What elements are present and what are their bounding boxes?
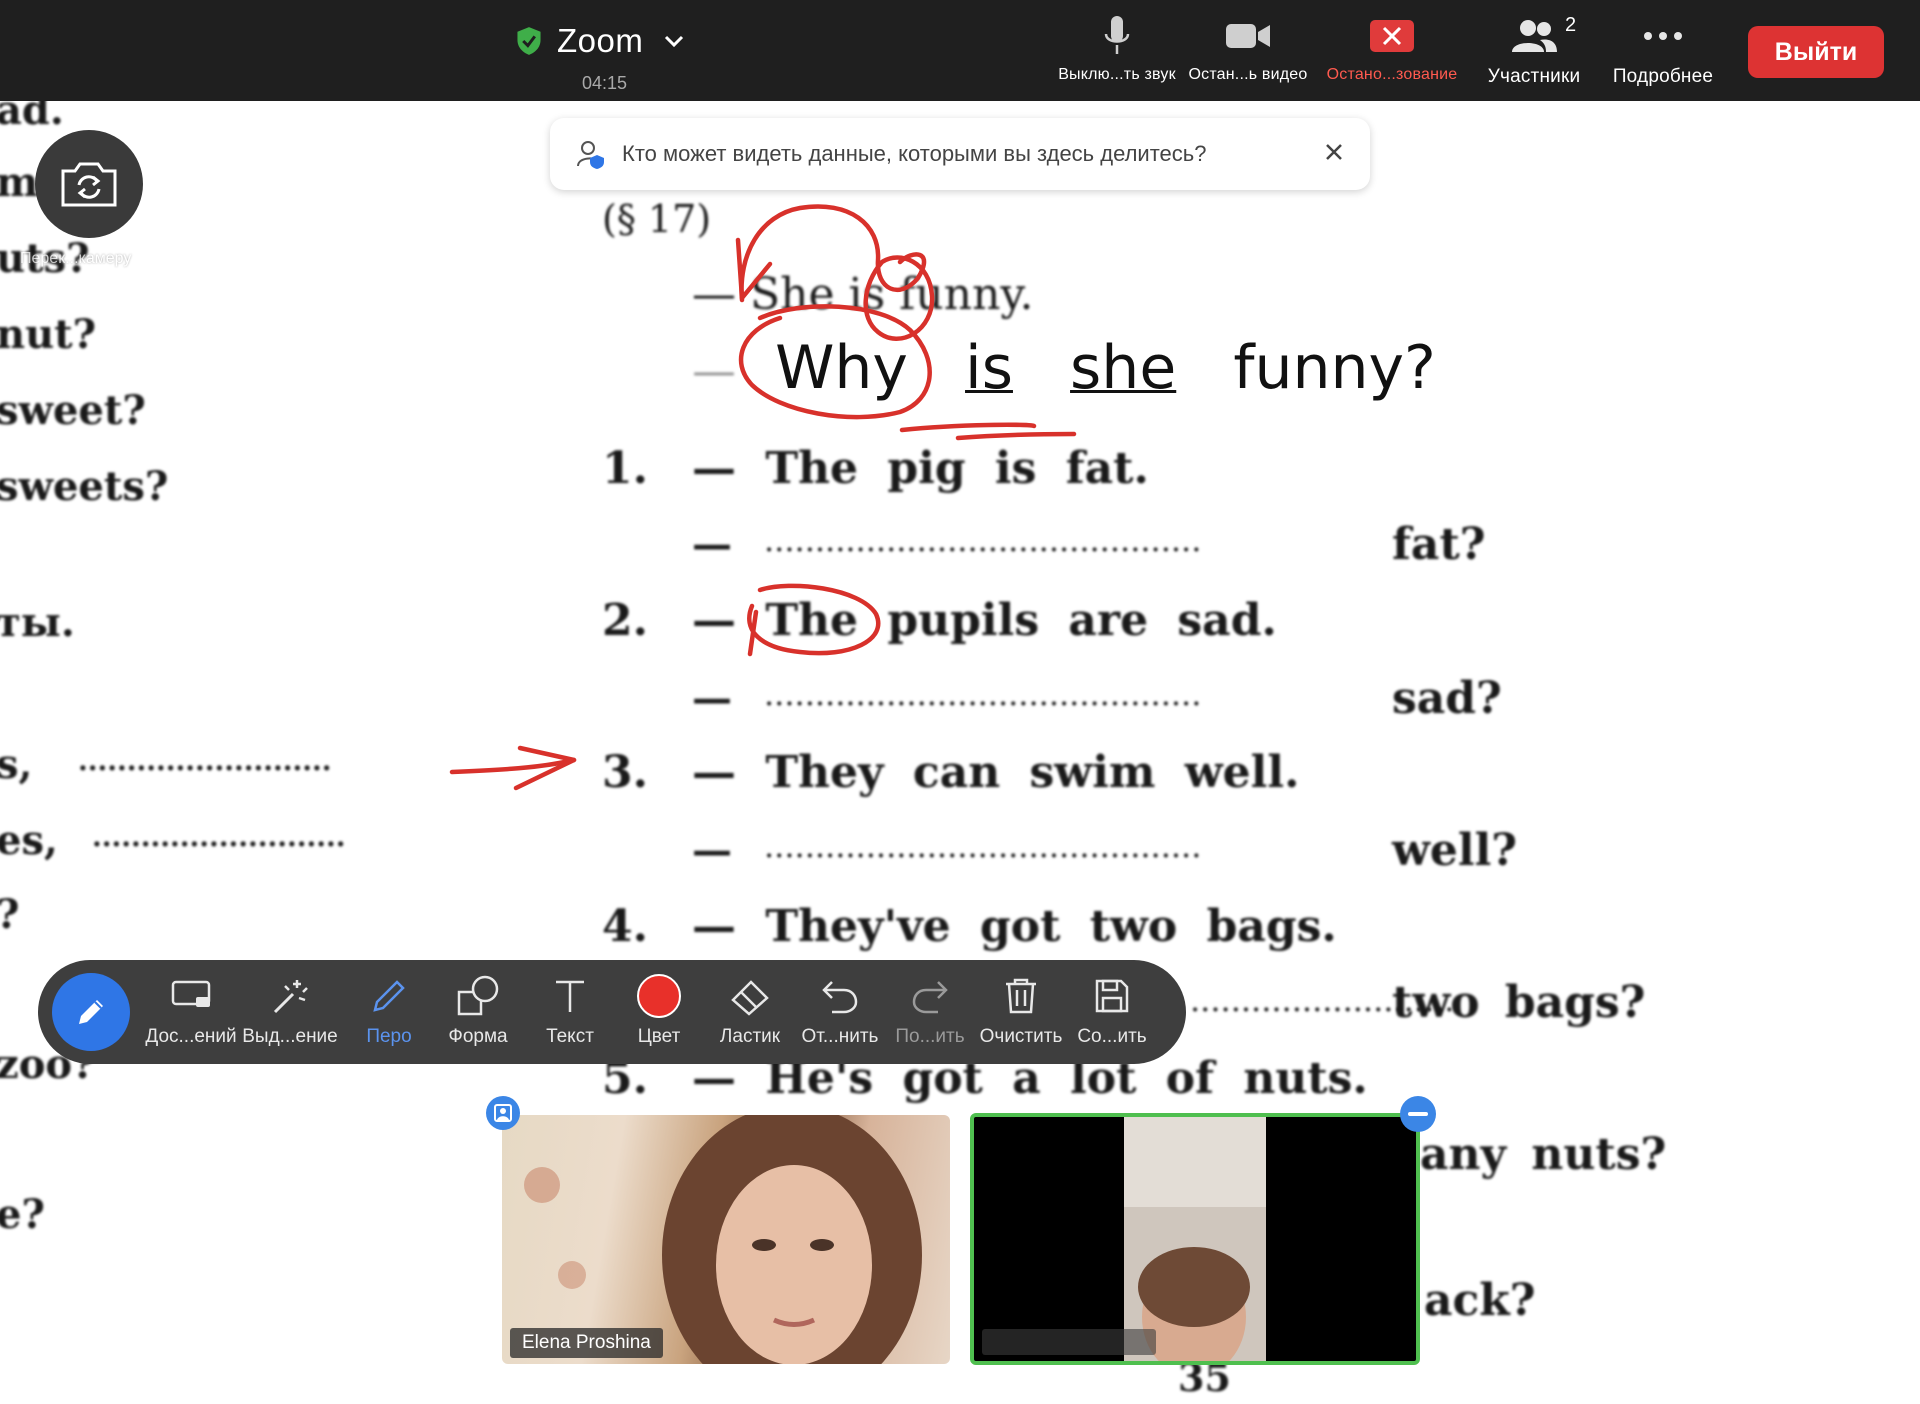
tool-label: Очистить (979, 1026, 1063, 1047)
undo-icon (822, 981, 858, 1014)
person-frame-icon (494, 1104, 512, 1122)
share-visibility-toast[interactable]: Кто может видеть данные, которыми вы зде… (550, 118, 1370, 190)
tool-label: Перо (366, 1026, 412, 1047)
switch-camera-label: Перек...камеру (20, 250, 132, 267)
annotation-underline (899, 422, 1077, 441)
annotation-toolbar: Дос...ений Выд...ение Перо Форма Текст Ц… (38, 960, 1186, 1064)
tool-document[interactable]: Дос...ений (144, 974, 238, 1048)
annotation-circle-the (747, 583, 881, 656)
tool-save[interactable]: Со...ить (1070, 974, 1154, 1048)
tool-label: По...ить (895, 1026, 965, 1047)
color-swatch-icon (637, 974, 681, 1018)
annotation-circle-why (738, 304, 932, 420)
camera-flip-icon (61, 162, 117, 207)
participant-video (1124, 1117, 1266, 1361)
tool-label: Форма (448, 1026, 508, 1047)
tool-label: От...нить (801, 1026, 879, 1047)
annotation-toggle-button[interactable] (52, 973, 130, 1051)
text-icon (556, 980, 584, 1012)
participant-video (524, 1115, 922, 1364)
magic-wand-icon (273, 980, 308, 1014)
tool-label: Выд...ение (242, 1026, 338, 1047)
tool-label: Цвет (637, 1026, 681, 1047)
shapes-icon (457, 975, 499, 1016)
minimize-video-button[interactable] (1400, 1096, 1436, 1132)
pin-video-button[interactable] (486, 1096, 520, 1130)
close-icon[interactable] (1322, 140, 1346, 164)
tool-redo[interactable]: По...ить (888, 974, 972, 1048)
tool-shape[interactable]: Форма (438, 974, 518, 1048)
participant-name (982, 1329, 1156, 1355)
switch-camera-button[interactable] (35, 130, 143, 238)
video-tile-self[interactable]: Elena Proshina (502, 1115, 950, 1364)
annotation-loop-arrow (739, 204, 927, 303)
tool-clear[interactable]: Очистить (976, 974, 1066, 1048)
save-icon (1095, 979, 1129, 1013)
screen-icon (171, 980, 211, 1007)
pen-icon (373, 980, 405, 1012)
tool-text[interactable]: Текст (530, 974, 610, 1048)
tool-color[interactable]: Цвет (622, 974, 696, 1048)
tool-pen[interactable]: Перо (354, 974, 424, 1048)
eraser-icon (731, 980, 769, 1016)
tool-select[interactable]: Выд...ение (240, 974, 340, 1048)
pen-annotations (449, 204, 1077, 791)
tool-label: Ластик (719, 1026, 781, 1047)
tool-eraser[interactable]: Ластик (710, 974, 790, 1048)
tool-label: Со...ить (1077, 1026, 1147, 1047)
trash-icon (1006, 978, 1036, 1014)
shared-user-icon (577, 141, 604, 169)
toast-message: Кто может видеть данные, которыми вы зде… (622, 141, 1207, 166)
pencil-icon (79, 1000, 103, 1024)
tool-label: Текст (546, 1026, 594, 1047)
annotation-circle-is (863, 255, 935, 341)
minus-icon (1408, 1112, 1428, 1116)
tool-label: Дос...ений (145, 1026, 237, 1047)
redo-icon (912, 981, 948, 1014)
video-tile-student[interactable] (970, 1113, 1420, 1365)
tool-undo[interactable]: От...нить (798, 974, 882, 1048)
participant-name: Elena Proshina (510, 1328, 663, 1358)
